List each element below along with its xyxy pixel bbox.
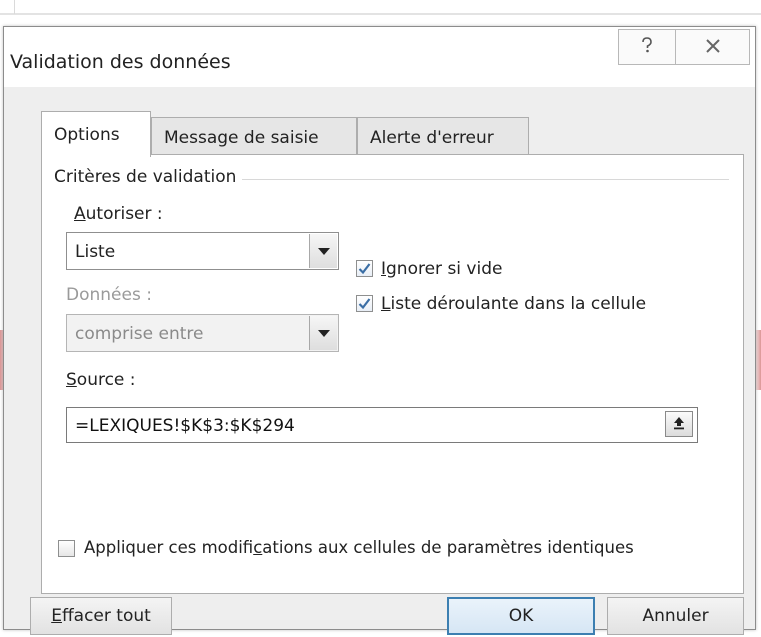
allow-label: Autoriser : <box>74 204 163 224</box>
apply-to-all-checkbox[interactable] <box>58 540 75 557</box>
apply-to-all-label: Appliquer ces modifications aux cellules… <box>84 538 634 557</box>
in-cell-dropdown-checkbox[interactable] <box>356 295 373 312</box>
ignore-blank-label: Ignorer si vide <box>381 259 503 279</box>
background-spreadsheet-tick <box>14 0 15 14</box>
tab-error-alert[interactable]: Alerte d'erreur <box>357 117 529 155</box>
collapse-dialog-button[interactable] <box>665 411 693 437</box>
in-cell-dropdown-label: Liste déroulante dans la cellule <box>381 294 647 314</box>
chevron-down-icon <box>317 329 330 337</box>
dialog-title: Validation des données <box>10 51 231 73</box>
check-icon <box>358 262 371 275</box>
data-value: comprise entre <box>75 324 204 344</box>
check-icon <box>358 297 371 310</box>
background-spreadsheet-line <box>0 13 761 15</box>
ok-button[interactable]: OK <box>447 597 595 635</box>
source-value: =LEXIQUES!$K$3:$K$294 <box>75 416 295 436</box>
upload-arrow-icon <box>672 415 686 434</box>
validation-criteria-label: Critères de validation <box>54 167 243 187</box>
close-button[interactable] <box>675 29 750 65</box>
allow-dropdown[interactable]: Liste <box>66 232 339 270</box>
clear-all-button[interactable]: Effacer tout <box>30 597 172 635</box>
options-panel: Critères de validation Autoriser : Liste… <box>41 154 744 594</box>
allow-dropdown-button[interactable] <box>309 234 337 268</box>
tab-input-message[interactable]: Message de saisie <box>151 117 357 155</box>
data-validation-dialog: Validation des données Options Message d… <box>3 26 756 635</box>
data-label: Données : <box>66 285 152 305</box>
source-input[interactable]: =LEXIQUES!$K$3:$K$294 <box>66 407 698 443</box>
help-icon <box>640 36 654 58</box>
data-dropdown[interactable]: comprise entre <box>66 314 339 352</box>
title-bar[interactable]: Validation des données <box>4 27 755 87</box>
help-button[interactable] <box>618 29 676 65</box>
cancel-button[interactable]: Annuler <box>607 597 744 635</box>
chevron-down-icon <box>317 247 330 255</box>
close-icon <box>705 38 721 57</box>
source-label: Source : <box>66 370 136 390</box>
ignore-blank-checkbox[interactable] <box>356 260 373 277</box>
data-dropdown-button[interactable] <box>309 316 337 350</box>
tab-options[interactable]: Options <box>41 111 151 157</box>
allow-value: Liste <box>75 242 116 262</box>
